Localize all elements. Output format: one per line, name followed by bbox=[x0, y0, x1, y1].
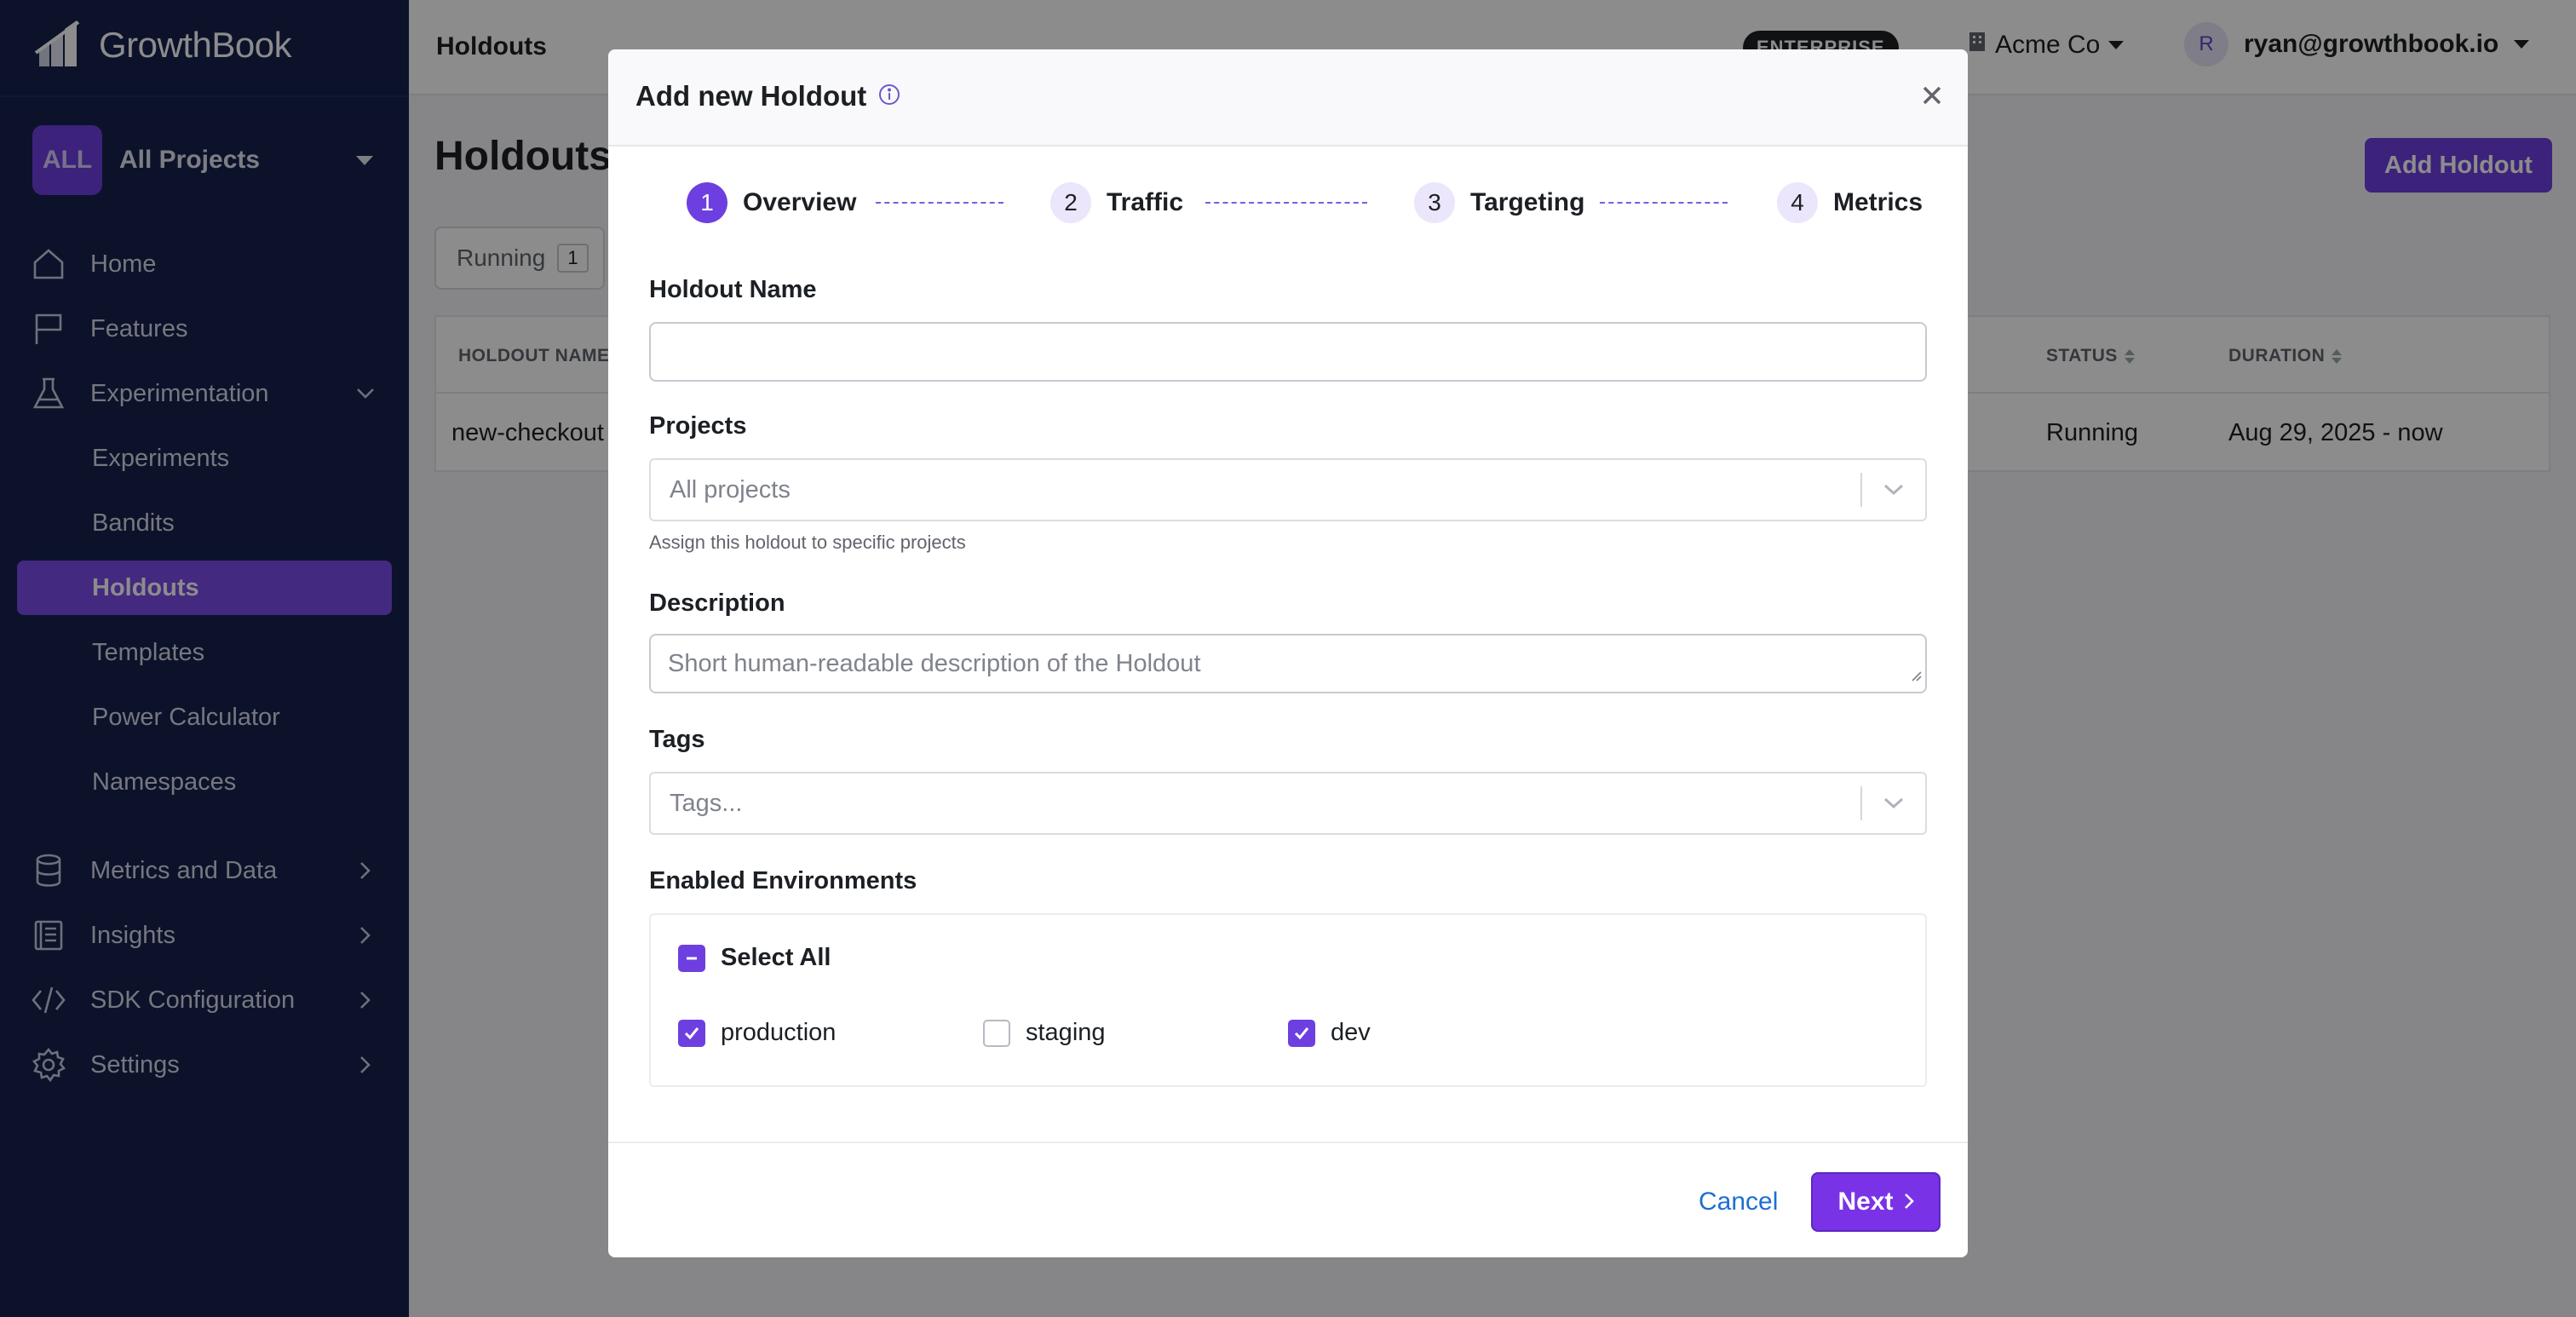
tags-placeholder: Tags... bbox=[670, 789, 743, 817]
description-label: Description bbox=[649, 589, 785, 617]
select-all-label: Select All bbox=[721, 944, 831, 971]
projects-label: Projects bbox=[649, 412, 747, 440]
tags-label: Tags bbox=[649, 726, 705, 753]
step-label: Overview bbox=[743, 188, 857, 216]
add-holdout-modal: Add new Holdout 1 Overview 2 Traffic 3 T… bbox=[608, 49, 1968, 1257]
step-connector bbox=[1205, 202, 1367, 204]
step-number: 2 bbox=[1050, 182, 1091, 223]
env-production-checkbox[interactable]: production bbox=[678, 1019, 836, 1047]
projects-select[interactable]: All projects bbox=[649, 458, 1927, 521]
step-label: Traffic bbox=[1107, 188, 1184, 216]
step-number: 3 bbox=[1414, 182, 1455, 223]
next-button[interactable]: Next bbox=[1811, 1172, 1941, 1232]
info-icon[interactable] bbox=[878, 80, 900, 112]
indeterminate-checkbox-icon[interactable] bbox=[678, 944, 705, 972]
unchecked-box-icon[interactable] bbox=[983, 1019, 1010, 1047]
step-label: Targeting bbox=[1470, 188, 1585, 216]
modal-title-text: Add new Holdout bbox=[635, 80, 867, 112]
env-label: dev bbox=[1331, 1019, 1371, 1046]
step-label: Metrics bbox=[1833, 188, 1923, 216]
step-number: 1 bbox=[687, 182, 727, 223]
next-label: Next bbox=[1837, 1188, 1894, 1216]
step-number: 4 bbox=[1777, 182, 1818, 223]
step-overview[interactable]: 1 Overview bbox=[687, 181, 856, 225]
step-metrics[interactable]: 4 Metrics bbox=[1777, 181, 1923, 225]
chevron-right-icon bbox=[1904, 1188, 1914, 1216]
chevron-down-icon[interactable] bbox=[1862, 458, 1925, 521]
chevron-down-icon[interactable] bbox=[1862, 772, 1925, 835]
close-icon[interactable] bbox=[1922, 78, 1942, 112]
description-textarea[interactable]: Short human-readable description of the … bbox=[649, 634, 1927, 693]
check-icon[interactable] bbox=[678, 1019, 705, 1047]
env-staging-checkbox[interactable]: staging bbox=[983, 1019, 1106, 1047]
select-all-checkbox[interactable]: Select All bbox=[678, 944, 831, 972]
check-icon[interactable] bbox=[1288, 1019, 1315, 1047]
stepper: 1 Overview 2 Traffic 3 Targeting 4 Metri… bbox=[673, 181, 1923, 225]
projects-placeholder: All projects bbox=[670, 475, 791, 503]
env-label: production bbox=[721, 1019, 837, 1046]
holdout-name-input[interactable] bbox=[649, 322, 1927, 382]
step-connector bbox=[1600, 202, 1728, 204]
resize-handle-icon[interactable] bbox=[1910, 660, 1922, 688]
step-traffic[interactable]: 2 Traffic bbox=[1050, 181, 1183, 225]
step-connector bbox=[876, 202, 1003, 204]
modal-header: Add new Holdout bbox=[608, 49, 1968, 147]
projects-help-text: Assign this holdout to specific projects bbox=[649, 532, 966, 553]
cancel-button[interactable]: Cancel bbox=[1699, 1188, 1778, 1216]
tags-select[interactable]: Tags... bbox=[649, 772, 1927, 835]
description-placeholder: Short human-readable description of the … bbox=[668, 649, 1201, 677]
env-dev-checkbox[interactable]: dev bbox=[1288, 1019, 1371, 1047]
env-label: staging bbox=[1026, 1019, 1106, 1046]
environments-box: Select All production staging dev bbox=[649, 913, 1927, 1087]
modal-footer: Cancel Next bbox=[608, 1142, 1968, 1257]
holdout-name-label: Holdout Name bbox=[649, 276, 817, 303]
environments-label: Enabled Environments bbox=[649, 867, 917, 894]
step-targeting[interactable]: 3 Targeting bbox=[1414, 181, 1584, 225]
modal-title: Add new Holdout bbox=[635, 80, 900, 112]
